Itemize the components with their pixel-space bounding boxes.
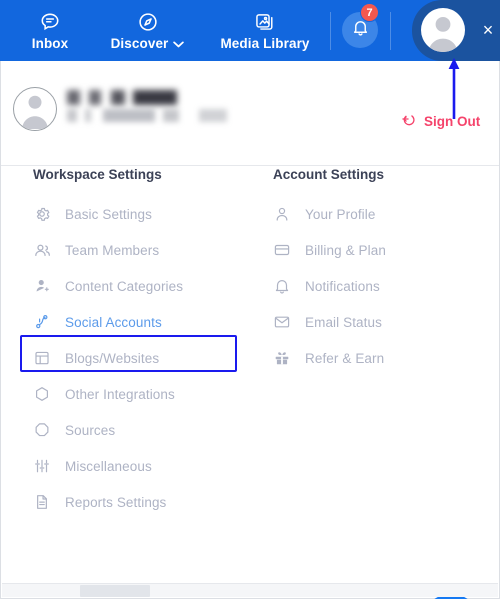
person-icon xyxy=(273,205,305,223)
workspace-settings-column: Workspace Settings Basic Settings Team M… xyxy=(33,167,263,520)
close-icon[interactable]: × xyxy=(478,20,498,40)
menu-item-refer-earn[interactable]: Refer & Earn xyxy=(273,340,493,376)
menu-item-billing-plan[interactable]: Billing & Plan xyxy=(273,232,493,268)
sliders-icon xyxy=(33,457,65,475)
menu-item-label: Blogs/Websites xyxy=(65,350,160,366)
scrollbar-thumb[interactable] xyxy=(80,585,150,597)
menu-item-email-status[interactable]: Email Status xyxy=(273,304,493,340)
menu-item-label: Your Profile xyxy=(305,206,376,222)
hexagon-icon xyxy=(33,385,65,403)
gift-icon xyxy=(273,349,305,367)
user-avatar-icon xyxy=(13,87,57,131)
inbox-chat-icon xyxy=(39,11,61,33)
user-info-row: Sign Out xyxy=(1,61,499,166)
menu-item-label: Notifications xyxy=(305,278,380,294)
nav-item-label: Discover xyxy=(111,36,185,51)
horizontal-scrollbar[interactable] xyxy=(2,583,498,597)
media-images-icon xyxy=(254,11,276,33)
menu-item-label: Miscellaneous xyxy=(65,458,152,474)
menu-item-label: Email Status xyxy=(305,314,382,330)
nav-divider xyxy=(330,12,331,50)
bell-icon xyxy=(273,277,305,295)
compass-icon xyxy=(137,11,159,33)
menu-item-label: Social Accounts xyxy=(65,314,162,330)
settings-dropdown-screen: Inbox Discover Media Library 7 × Sign Ou… xyxy=(0,0,500,599)
nav-item-media-library[interactable]: Media Library xyxy=(203,0,327,61)
menu-item-label: Team Members xyxy=(65,242,160,258)
workspace-settings-title: Workspace Settings xyxy=(33,167,162,182)
chevron-down-icon[interactable] xyxy=(173,36,185,51)
account-settings-column: Account Settings Your Profile Billing & … xyxy=(273,167,493,376)
menu-item-label: Billing & Plan xyxy=(305,242,386,258)
menu-item-notifications[interactable]: Notifications xyxy=(273,268,493,304)
sign-out-button[interactable]: Sign Out xyxy=(401,111,480,132)
nav-item-label: Media Library xyxy=(220,35,310,51)
envelope-icon xyxy=(273,313,305,331)
nav-item-inbox[interactable]: Inbox xyxy=(6,0,94,61)
menu-item-label: Basic Settings xyxy=(65,206,152,222)
sign-out-label: Sign Out xyxy=(424,114,481,129)
menu-item-social-accounts[interactable]: Social Accounts xyxy=(23,304,263,340)
people-icon xyxy=(33,241,65,260)
top-navigation-bar: Inbox Discover Media Library 7 × xyxy=(0,0,500,61)
menu-item-team-members[interactable]: Team Members xyxy=(33,232,263,268)
menu-item-sources[interactable]: Sources xyxy=(33,412,263,448)
menu-item-blogs-websites[interactable]: Blogs/Websites xyxy=(33,340,263,376)
nav-divider xyxy=(390,12,391,50)
document-icon xyxy=(33,493,65,511)
settings-columns: Workspace Settings Basic Settings Team M… xyxy=(1,167,499,587)
menu-item-your-profile[interactable]: Your Profile xyxy=(273,196,493,232)
share-node-icon xyxy=(33,313,65,331)
user-avatar-icon xyxy=(421,8,465,52)
menu-item-content-categories[interactable]: Content Categories xyxy=(33,268,263,304)
gear-icon xyxy=(33,205,65,223)
menu-item-label: Sources xyxy=(65,422,116,438)
menu-item-label: Refer & Earn xyxy=(305,350,385,366)
account-avatar-button[interactable]: × xyxy=(412,0,500,61)
menu-item-basic-settings[interactable]: Basic Settings xyxy=(33,196,263,232)
user-name xyxy=(67,90,189,105)
octagon-icon xyxy=(33,421,65,439)
menu-item-label: Content Categories xyxy=(65,278,184,294)
nav-item-discover[interactable]: Discover xyxy=(90,0,205,61)
credit-card-icon xyxy=(273,241,305,259)
menu-item-reports-settings[interactable]: Reports Settings xyxy=(33,484,263,520)
nav-item-label: Inbox xyxy=(31,35,69,51)
nav-item-text: Discover xyxy=(110,35,169,51)
menu-item-label: Other Integrations xyxy=(65,386,175,402)
account-settings-dropdown-panel: Sign Out Workspace Settings Basic Settin… xyxy=(0,61,500,599)
sign-out-icon xyxy=(401,111,417,132)
account-settings-title: Account Settings xyxy=(273,167,385,182)
menu-item-label: Reports Settings xyxy=(65,494,167,510)
menu-item-miscellaneous[interactable]: Miscellaneous xyxy=(33,448,263,484)
layout-icon xyxy=(33,349,65,367)
person-tag-icon xyxy=(33,277,65,295)
menu-item-other-integrations[interactable]: Other Integrations xyxy=(33,376,263,412)
user-email xyxy=(67,109,257,122)
notification-badge: 7 xyxy=(360,3,379,22)
